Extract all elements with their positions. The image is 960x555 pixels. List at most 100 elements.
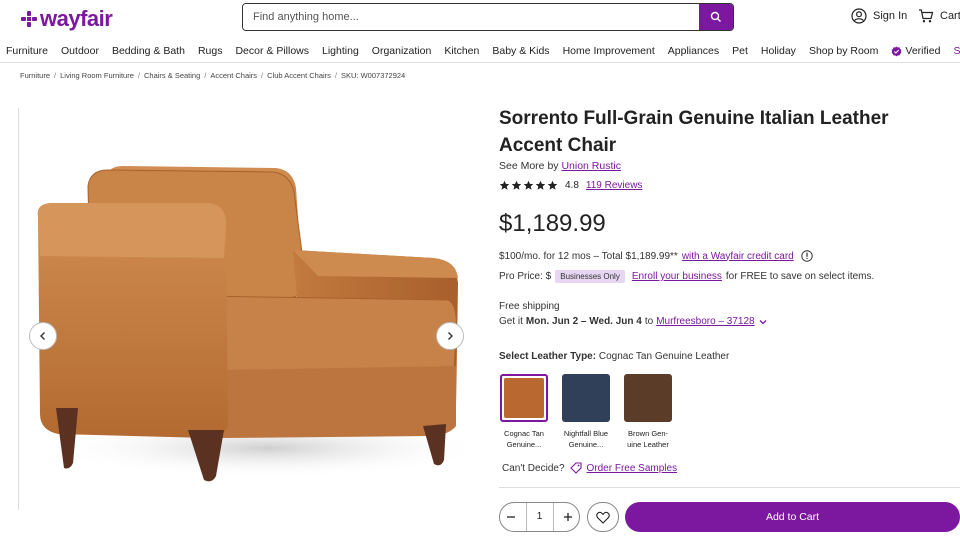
select-value: Cognac Tan Genuine Leather [598, 351, 730, 362]
order-samples-link[interactable]: Order Free Samples [587, 463, 678, 474]
nav-outdoor[interactable]: Outdoor [55, 45, 99, 57]
nav-home-improvement[interactable]: Home Improvement [557, 45, 655, 57]
swatch-color [504, 378, 544, 418]
nav-decor-pillows[interactable]: Decor & Pillows [229, 45, 309, 57]
breadcrumb: Furniture / Living Room Furniture / Chai… [20, 71, 405, 80]
info-icon[interactable] [801, 250, 813, 262]
swatch-nightfall-blue[interactable] [562, 374, 610, 422]
nav-rugs[interactable]: Rugs [192, 45, 223, 57]
product-image-gallery [18, 108, 488, 510]
pro-price-label: Pro Price: $ [499, 271, 552, 282]
add-to-cart-label: Add to Cart [765, 511, 820, 523]
product-title: Sorrento Full-Grain Genuine Italian Leat… [499, 108, 889, 156]
verified-badge-icon [892, 45, 902, 56]
swatch-label-cognac: Cognac Tan Genuine... [494, 428, 554, 450]
category-nav: Furniture Outdoor Bedding & Bath Rugs De… [0, 40, 960, 63]
sign-in-link[interactable]: Sign In [851, 8, 907, 24]
nav-verified-label: Verified [905, 45, 941, 57]
product-image-leather-chair[interactable] [18, 108, 488, 510]
plus-icon[interactable] [563, 512, 573, 522]
swatch-brown[interactable] [624, 374, 672, 422]
breadcrumb-separator: / [204, 71, 207, 80]
brand-link[interactable]: Union Rustic [561, 160, 621, 172]
star-icon [523, 180, 534, 190]
search-bar [242, 3, 734, 31]
enroll-suffix: for FREE to save on select items. [725, 271, 875, 282]
breadcrumb-separator: / [54, 71, 57, 80]
breadcrumb-separator: / [137, 71, 140, 80]
cart-link[interactable]: Cart [918, 8, 960, 24]
rating-summary: 4.8 119 Reviews [499, 180, 642, 191]
star-icon [547, 180, 558, 190]
star-icon [511, 180, 522, 190]
rating-value: 4.8 [565, 180, 579, 191]
nav-bedding-bath[interactable]: Bedding & Bath [106, 45, 185, 57]
nav-kitchen[interactable]: Kitchen [438, 45, 479, 57]
chevron-left-icon [40, 332, 45, 340]
breadcrumb-item[interactable]: Chairs & Seating [144, 71, 200, 80]
quantity-value[interactable]: 1 [525, 503, 554, 531]
nav-organization[interactable]: Organization [366, 45, 432, 57]
businesses-only-badge: Businesses Only [555, 270, 625, 283]
add-to-cart-button[interactable]: Add to Cart [625, 502, 960, 532]
breadcrumb-item[interactable]: Club Accent Chairs [267, 71, 331, 80]
nav-overflow-item[interactable]: Se [947, 45, 960, 57]
nav-verified[interactable]: Verified [885, 45, 940, 57]
star-icon [499, 180, 510, 190]
chevron-down-icon[interactable] [758, 317, 768, 327]
swatch-label-nightfall: Nightfall Blue Genuine... [556, 428, 616, 450]
logo-text: wayfair [40, 6, 113, 31]
samples-line: Can't Decide? Order Free Samples [502, 462, 677, 474]
nav-pet[interactable]: Pet [726, 45, 748, 57]
wayfair-logo[interactable]: wayfair [20, 6, 113, 32]
gallery-next-button[interactable] [436, 322, 464, 350]
gallery-prev-button[interactable] [29, 322, 57, 350]
swatch-cognac-tan[interactable] [500, 374, 548, 422]
see-more-prefix: See More by [499, 160, 559, 172]
star-icon [535, 180, 546, 190]
breadcrumb-separator: / [261, 71, 264, 80]
star-rating [499, 180, 558, 191]
cart-label: Cart [940, 10, 960, 22]
leather-type-selector-label: Select Leather Type: Cognac Tan Genuine … [499, 351, 729, 362]
breadcrumb-separator: / [334, 71, 338, 80]
breadcrumb-item[interactable]: Living Room Furniture [60, 71, 134, 80]
heart-icon [596, 511, 610, 524]
logo-mark-icon [21, 11, 37, 27]
swatch-label-line: Genuine... [568, 440, 604, 449]
swatch-label-line: Brown Gen- [627, 429, 669, 438]
get-it-prefix: Get it [499, 316, 523, 327]
cart-icon [919, 9, 934, 23]
delivery-dates: Mon. Jun 2 – Wed. Jun 4 [525, 316, 642, 327]
breadcrumb-item[interactable]: Accent Chairs [210, 71, 257, 80]
nav-furniture[interactable]: Furniture [0, 45, 48, 57]
nav-lighting[interactable]: Lighting [316, 45, 359, 57]
search-button[interactable] [699, 4, 733, 30]
search-icon [710, 11, 721, 22]
chevron-right-icon [448, 332, 453, 340]
nav-baby-kids[interactable]: Baby & Kids [486, 45, 549, 57]
site-header: wayfair Sign In Cart [0, 0, 960, 38]
nav-shop-by-room[interactable]: Shop by Room [803, 45, 878, 57]
product-price: $1,189.99 [499, 210, 606, 237]
cant-decide-label: Can't Decide? [502, 462, 565, 474]
breadcrumb-item[interactable]: Furniture [20, 71, 50, 80]
tag-icon [569, 462, 582, 474]
credit-card-link[interactable]: with a Wayfair credit card [682, 251, 794, 262]
to-word: to [644, 316, 654, 327]
delivery-location-link[interactable]: Murfreesboro – 37128 [656, 316, 754, 327]
financing-line: $100/mo. for 12 mos – Total $1,189.99** … [499, 250, 813, 262]
free-shipping-label: Free shipping [499, 301, 560, 312]
swatch-label-line: Nightfall Blue [563, 429, 609, 438]
favorite-button[interactable] [587, 502, 619, 532]
swatch-label-line: uine Leather [627, 440, 669, 449]
quantity-stepper: 1 [499, 502, 580, 532]
minus-icon[interactable] [506, 512, 516, 522]
nav-appliances[interactable]: Appliances [662, 45, 719, 57]
search-input[interactable] [243, 4, 699, 30]
select-label: Select Leather Type: [499, 351, 597, 362]
nav-holiday[interactable]: Holiday [755, 45, 796, 57]
reviews-link[interactable]: 119 Reviews [586, 180, 643, 191]
enroll-business-link[interactable]: Enroll your business [632, 271, 722, 282]
delivery-estimate: Get it Mon. Jun 2 – Wed. Jun 4 to Murfre… [499, 316, 768, 327]
